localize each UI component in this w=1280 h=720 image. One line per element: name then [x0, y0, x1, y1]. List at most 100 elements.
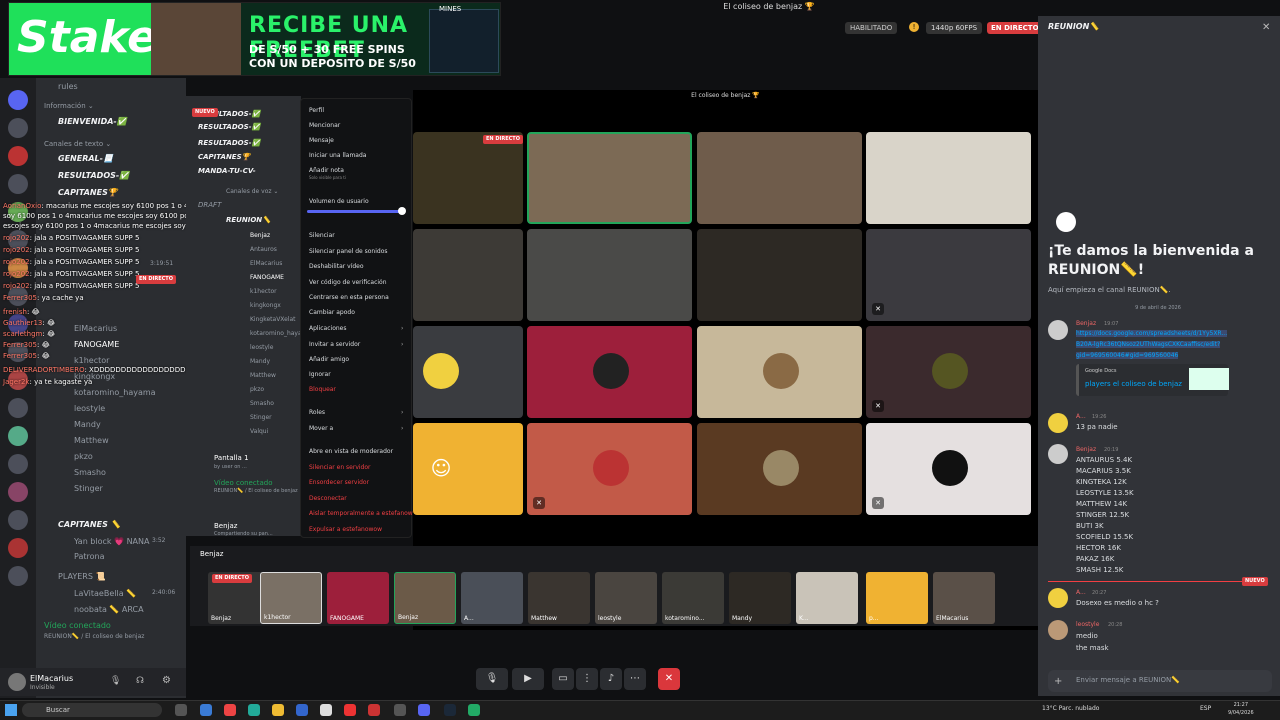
member-k1hector-2[interactable]: k1hector — [250, 288, 277, 295]
link-embed[interactable]: Google Docs players el coliseo de benjaz — [1076, 364, 1229, 396]
server-icon[interactable] — [8, 398, 28, 418]
video-tile[interactable] — [413, 229, 523, 321]
member-mandy-2[interactable]: Mandy — [250, 358, 270, 365]
video-tile[interactable] — [866, 132, 1031, 224]
avatar[interactable] — [1048, 413, 1068, 433]
message-link[interactable]: gid=969560046#gid=969560046 — [1076, 352, 1179, 359]
add-attachment-icon[interactable]: + — [1054, 676, 1062, 687]
menu-move-to[interactable]: Mover a › — [309, 425, 403, 432]
language-indicator[interactable]: ESP — [1200, 705, 1211, 712]
category-info[interactable]: Información ⌄ — [44, 102, 94, 110]
gear-icon[interactable]: ⚙ — [162, 675, 171, 686]
server-icon[interactable] — [8, 174, 28, 194]
menu-add-friend[interactable]: Añadir amigo — [309, 356, 349, 363]
member-pkzo-2[interactable]: pkzo — [250, 386, 264, 393]
member-matthew[interactable]: Matthew — [74, 436, 109, 445]
video-tile-avatar[interactable]: ✕ — [527, 423, 692, 515]
channel-resultados-2[interactable]: RESULTADOS-✅ — [198, 139, 260, 147]
avatar[interactable] — [1048, 320, 1068, 340]
menu-mute-soundboard[interactable]: Silenciar panel de sonidos — [309, 248, 388, 255]
server-icon[interactable] — [8, 510, 28, 530]
member-benjaz[interactable]: Benjaz — [250, 232, 270, 239]
close-icon[interactable]: ✕ — [1262, 22, 1270, 33]
member-fanogame-2[interactable]: FANOGAME — [250, 274, 284, 281]
message-author[interactable]: Benjaz — [1076, 446, 1096, 453]
member-smasho[interactable]: Smasho — [74, 468, 106, 477]
server-icon[interactable] — [8, 566, 28, 586]
video-tile-avatar[interactable] — [697, 423, 862, 515]
member-stinger-2[interactable]: Stinger — [250, 414, 272, 421]
channel-bienvenida[interactable]: BIENVENIDA-✅ — [58, 117, 127, 126]
menu-focus-person[interactable]: Centrarse en esta persona — [309, 294, 389, 301]
participant-thumb[interactable]: A... — [461, 572, 523, 624]
app-icon[interactable] — [468, 704, 480, 716]
menu-start-call[interactable]: Iniciar una llamada — [309, 152, 366, 159]
weather[interactable]: 13°C Parc. nublado — [1042, 705, 1099, 712]
video-tile-avatar[interactable] — [413, 326, 523, 418]
member-antauros[interactable]: Antauros — [250, 246, 277, 253]
menu-timeout[interactable]: Aislar temporalmente a estefanowow — [309, 510, 421, 517]
member-yan[interactable]: Yan block 💗 NANA — [74, 537, 150, 546]
headphones-icon[interactable]: ☊ — [136, 676, 144, 686]
menu-verification-code[interactable]: Ver código de verificación — [309, 279, 387, 286]
member-stinger[interactable]: Stinger — [74, 484, 103, 493]
channel-capitanes[interactable]: CAPITANES🏆 — [58, 188, 118, 197]
soundboard-button[interactable]: ♪ — [600, 668, 622, 690]
hangup-button[interactable]: ✕ — [658, 668, 680, 690]
menu-kick[interactable]: Expulsar a estefanowow — [309, 526, 382, 533]
member-matthew-2[interactable]: Matthew — [250, 372, 276, 379]
app-icon[interactable] — [248, 704, 260, 716]
avatar[interactable] — [1048, 620, 1068, 640]
participant-thumb[interactable]: ElMacarius — [933, 572, 995, 624]
menu-disconnect[interactable]: Desconectar — [309, 495, 347, 502]
member-kingketa[interactable]: KingketaVXelat — [250, 316, 296, 323]
steam-icon[interactable] — [444, 704, 456, 716]
participant-thumb[interactable]: FANOGAME — [327, 572, 389, 624]
channel-general[interactable]: GENERAL-📃 — [58, 154, 113, 163]
member-noobata[interactable]: noobata 📏 ARCA — [74, 605, 144, 614]
avatar[interactable] — [8, 673, 26, 691]
app-icon[interactable] — [224, 704, 236, 716]
message-link[interactable]: B20A-lgRc36tQNsoz2UThWagsCXKCaaffisc/edi… — [1076, 341, 1221, 348]
category-voice[interactable]: Canales de voz ⌄ — [226, 188, 278, 195]
channel-reunion[interactable]: REUNION📏 — [226, 216, 271, 224]
menu-mention[interactable]: Mencionar — [309, 122, 340, 129]
message-author[interactable]: A... — [1076, 413, 1086, 420]
app-icon[interactable] — [368, 704, 380, 716]
mic-button[interactable]: 🎙 — [476, 668, 508, 690]
embed-title[interactable]: players el coliseo de benjaz — [1085, 380, 1182, 388]
menu-add-note[interactable]: Añadir nota — [309, 167, 344, 174]
channel-rules[interactable]: rules — [58, 82, 78, 91]
discord-taskbar-icon[interactable] — [418, 704, 430, 716]
chrome-icon[interactable] — [344, 704, 356, 716]
participant-thumb[interactable]: K... — [796, 572, 858, 624]
member-valqui[interactable]: Valqui — [250, 428, 268, 435]
channel-capitanes-2[interactable]: CAPITANES🏆 — [198, 153, 250, 161]
participant-thumb[interactable]: kotaromino... — [662, 572, 724, 624]
camera-button[interactable]: ▶ — [512, 668, 544, 690]
activities-button[interactable]: ⋮ — [576, 668, 598, 690]
menu-block[interactable]: Bloquear — [309, 386, 336, 393]
video-tile[interactable] — [697, 229, 862, 321]
video-tile-benjaz[interactable] — [527, 132, 692, 224]
member-smasho-2[interactable]: Smasho — [250, 400, 274, 407]
menu-mute[interactable]: Silenciar — [309, 232, 335, 239]
screen-share-button[interactable]: ▭ — [552, 668, 574, 690]
menu-applications[interactable]: Aplicaciones › — [309, 325, 403, 332]
voice-channel-capitanes[interactable]: CAPITANES 📏 — [58, 520, 121, 529]
video-tile-avatar[interactable] — [527, 326, 692, 418]
member-leostyle[interactable]: leostyle — [74, 404, 105, 413]
microphone-icon[interactable]: 🎙 — [110, 676, 121, 686]
channel-resultados-2[interactable]: RESULTADOS-✅ — [198, 123, 260, 131]
menu-profile[interactable]: Perfil — [309, 107, 324, 114]
volume-slider-track[interactable] — [307, 210, 403, 213]
file-explorer-icon[interactable] — [272, 704, 284, 716]
video-tile-discord[interactable]: ☺ — [413, 423, 523, 515]
participant-thumb[interactable]: k1hector — [260, 572, 322, 624]
member-pkzo[interactable]: pkzo — [74, 452, 93, 461]
participant-thumb[interactable]: Matthew — [528, 572, 590, 624]
task-view-icon[interactable] — [175, 704, 187, 716]
menu-server-deafen[interactable]: Ensordecer servidor — [309, 479, 369, 486]
channel-resultados[interactable]: RESULTADOS-✅ — [58, 171, 129, 180]
video-tile[interactable] — [527, 229, 692, 321]
